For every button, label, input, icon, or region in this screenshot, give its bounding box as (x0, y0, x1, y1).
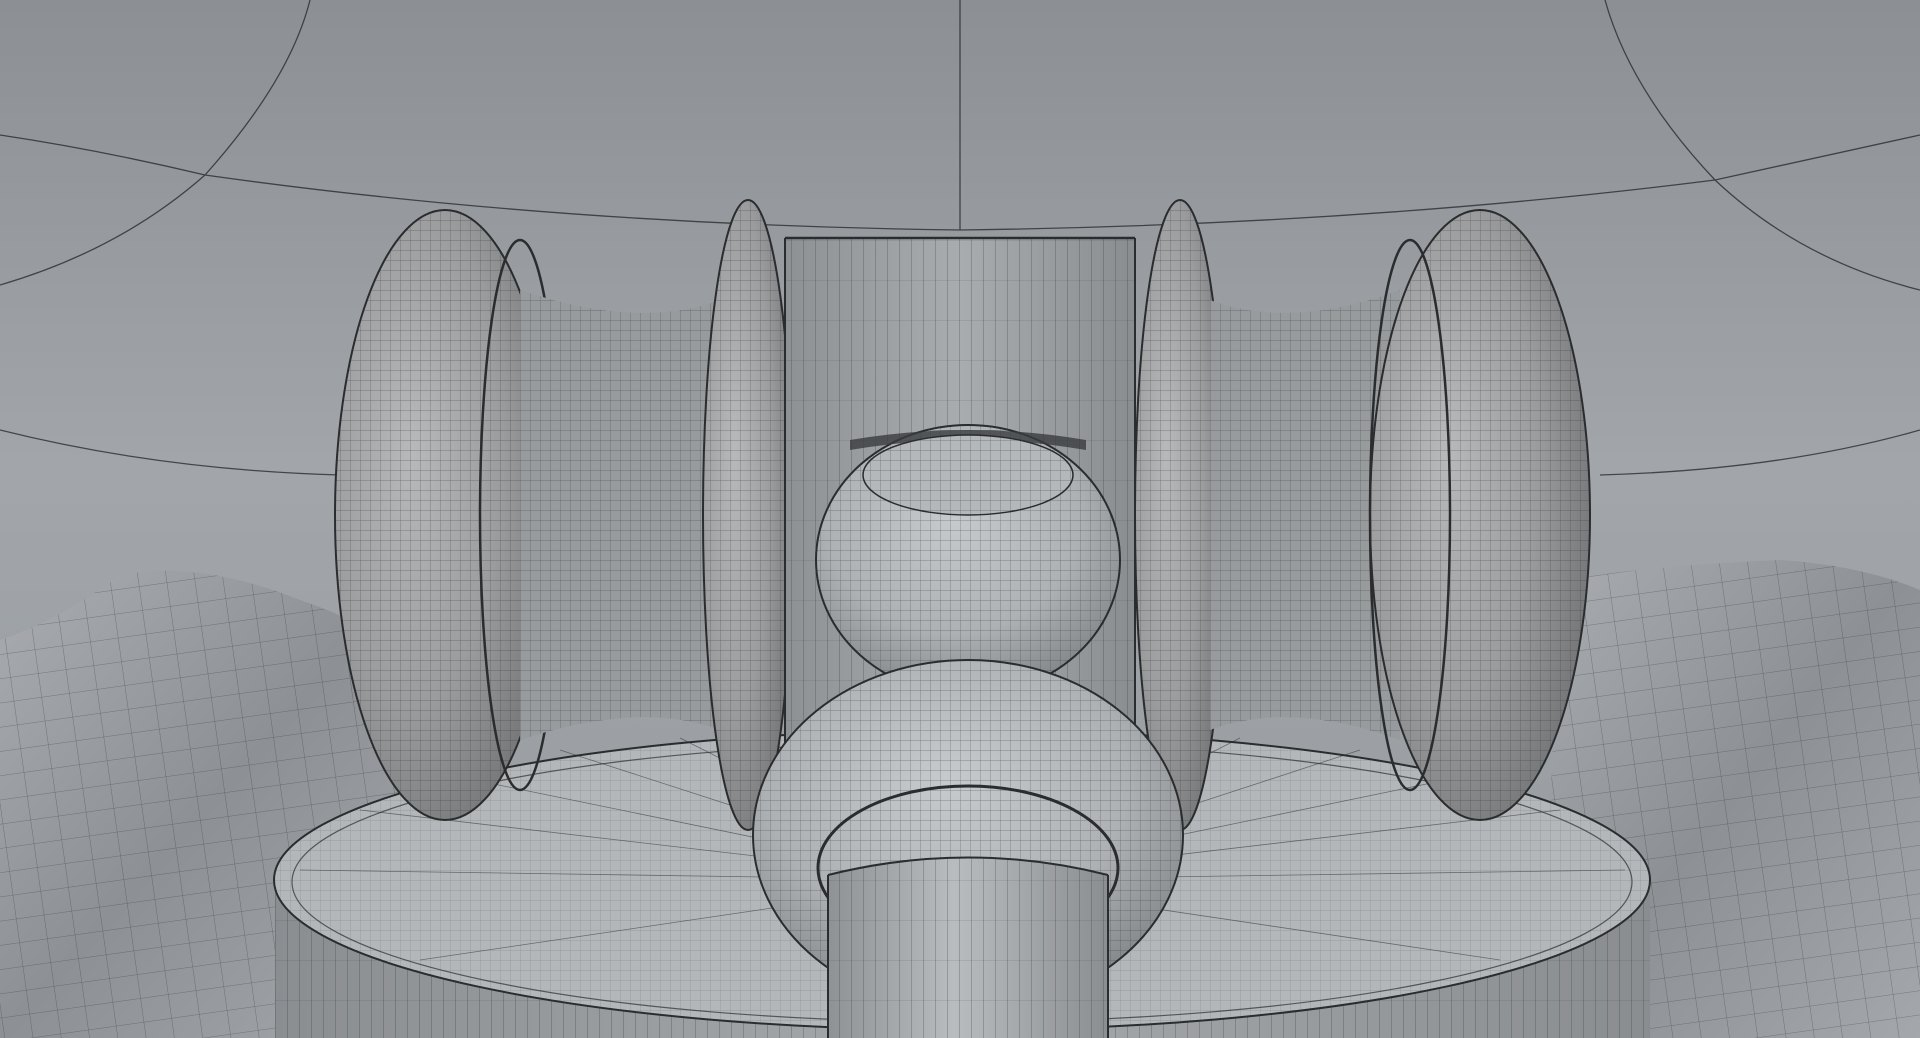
wireframe-render (0, 0, 1920, 1038)
render-viewport (0, 0, 1920, 1038)
